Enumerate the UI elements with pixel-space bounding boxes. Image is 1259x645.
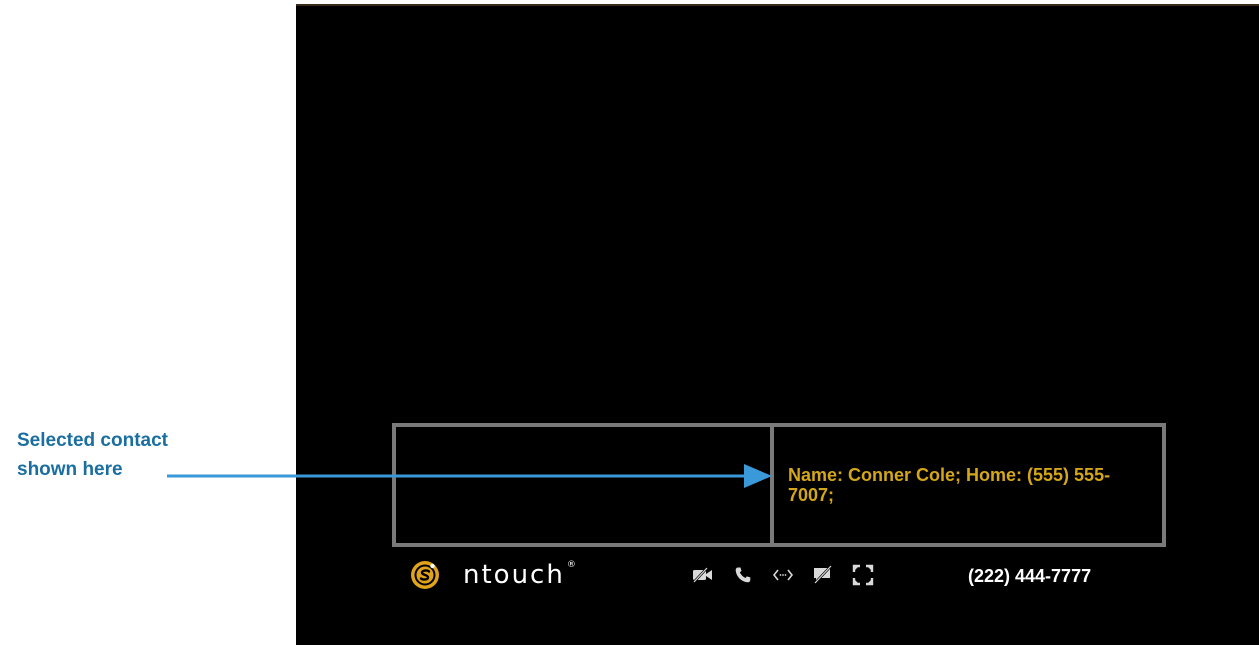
video-off-icon[interactable]: [691, 563, 715, 587]
own-phone-number: (222) 444-7777: [968, 566, 1092, 586]
callout-line-2: shown here: [17, 459, 123, 480]
contact-info-panel: Name: Conner Cole; Home: (555) 555-7007;: [770, 423, 1166, 547]
callout-label: Selected contact shown here: [17, 426, 168, 484]
callout-line-1: Selected contact: [17, 430, 168, 451]
ntouch-logo: ntouch ®: [411, 557, 578, 593]
signal-icon[interactable]: [771, 563, 795, 587]
sorenson-logo-icon: [411, 561, 439, 589]
selected-contact-text: Name: Conner Cole; Home: (555) 555-7007;: [788, 465, 1111, 505]
logo-text: ntouch ®: [463, 560, 578, 590]
video-screen: Name: Conner Cole; Home: (555) 555-7007;…: [296, 4, 1259, 645]
status-icons: [691, 561, 875, 589]
self-view-panel: [392, 423, 774, 547]
chat-off-icon[interactable]: [811, 563, 835, 587]
screen-top-edge: [296, 4, 1259, 6]
phone-icon[interactable]: [731, 563, 755, 587]
fullscreen-icon[interactable]: [851, 563, 875, 587]
